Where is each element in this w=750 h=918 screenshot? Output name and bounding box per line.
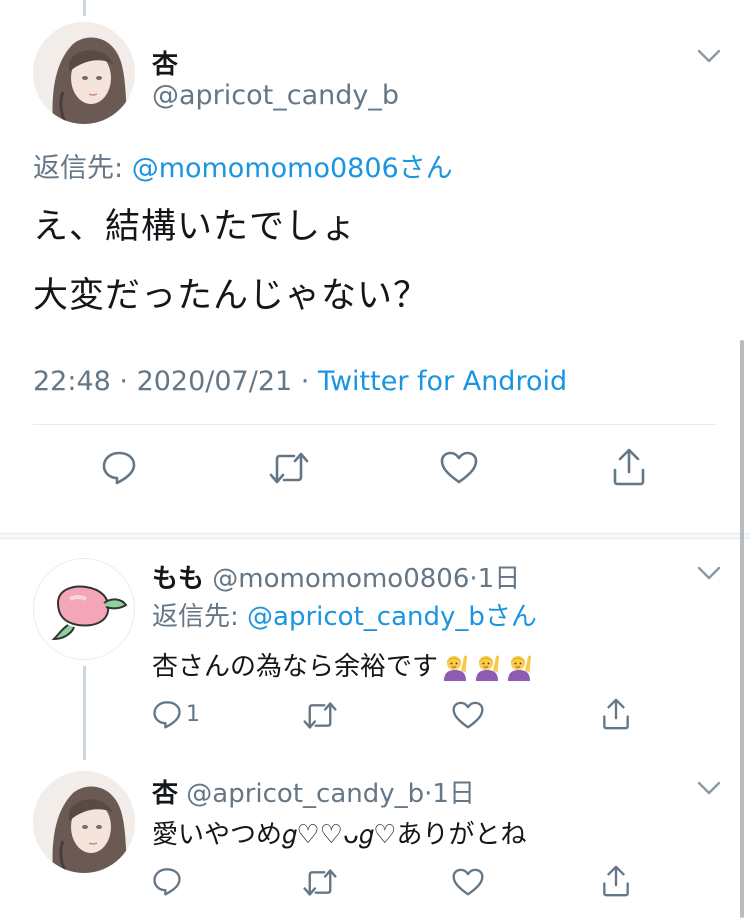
chevron-down-icon[interactable] [697, 48, 721, 68]
reply-to-handle-link[interactable]: @apricot_candy_bさん [247, 602, 537, 632]
tweet-text: 杏さんの為なら余裕です [152, 646, 534, 683]
tweet-text-line-2: 大変だったんじゃない？ [33, 276, 430, 316]
like-icon [452, 868, 484, 896]
share-icon [613, 448, 645, 486]
retweet-icon [269, 452, 309, 484]
tweet-text-body: 杏さんの為なら余裕です [152, 652, 439, 682]
retweet-icon [303, 869, 337, 896]
handle[interactable]: @momomomo0806 [212, 564, 469, 594]
like-icon [452, 701, 484, 729]
avatar[interactable] [33, 22, 135, 124]
thread-line-top [83, 0, 86, 16]
reply-icon [102, 451, 136, 485]
reply-button[interactable] [101, 449, 137, 485]
share-button[interactable] [601, 698, 631, 730]
display-name[interactable]: 杏 [152, 779, 178, 809]
reply-count: 1 [186, 701, 200, 727]
reply-icon [153, 701, 181, 729]
share-button[interactable] [601, 865, 631, 897]
chevron-down-icon[interactable] [697, 780, 721, 800]
share-button[interactable] [611, 448, 647, 486]
handle[interactable]: @apricot_candy_b [152, 80, 399, 111]
share-icon [603, 865, 629, 897]
retweet-button[interactable] [268, 451, 310, 485]
person-raising-hand-emoji [472, 651, 502, 681]
reply-to-label: 返信先: [152, 602, 248, 632]
scrollbar[interactable] [740, 340, 744, 918]
reply-to-label: 返信先: [33, 153, 132, 184]
tweet-source-link[interactable]: Twitter for Android [318, 366, 567, 397]
share-icon [603, 698, 629, 730]
reply-to: 返信先: @apricot_candy_bさん [152, 596, 537, 633]
tweet-meta: 22:48 · 2020/07/21 · Twitter for Android [33, 366, 567, 397]
meta-separator: · [110, 366, 137, 397]
thread-line [83, 666, 86, 760]
divider [0, 538, 750, 539]
retweet-button[interactable] [302, 868, 338, 897]
like-icon [440, 451, 478, 484]
reply-icon [153, 868, 181, 896]
person-raising-hand-emoji [440, 651, 470, 681]
retweet-icon [303, 702, 337, 729]
like-button[interactable] [452, 701, 484, 730]
meta-separator: · [292, 366, 318, 397]
reply2-header: 杏 @apricot_candy_b·1日 [152, 773, 475, 810]
tweet-age: ·1日 [424, 779, 475, 809]
retweet-button[interactable] [302, 701, 338, 730]
reply-button[interactable]: 1 [152, 699, 200, 729]
chevron-down-icon[interactable] [697, 565, 721, 585]
like-button[interactable] [452, 868, 484, 897]
reply-to-handle-link[interactable]: @momomomo0806さん [132, 153, 453, 184]
person-raising-hand-emoji [504, 651, 534, 681]
reply1-header: もも @momomomo0806·1日 [152, 558, 520, 595]
tweet-time: 22:48 [33, 366, 111, 397]
tweet-text-line-1: え、結構いたでしょ [33, 207, 358, 247]
display-name[interactable]: もも [152, 564, 204, 594]
tweet-age: ·1日 [469, 564, 521, 594]
avatar[interactable] [33, 558, 135, 660]
display-name[interactable]: 杏 [152, 44, 178, 81]
divider [33, 424, 716, 425]
tweet-date: 2020/07/21 [136, 366, 293, 397]
avatar[interactable] [33, 771, 135, 873]
tweet-text: 愛いやつめ𝑔⁧ᴗ𝑔♡ありがとね♡♡ [152, 820, 527, 850]
reply-to: 返信先: @momomomo0806さん [33, 146, 453, 185]
reply-button[interactable] [152, 866, 182, 896]
like-button[interactable] [440, 451, 478, 485]
handle[interactable]: @apricot_candy_b [186, 779, 424, 809]
emoji-group [438, 652, 534, 682]
